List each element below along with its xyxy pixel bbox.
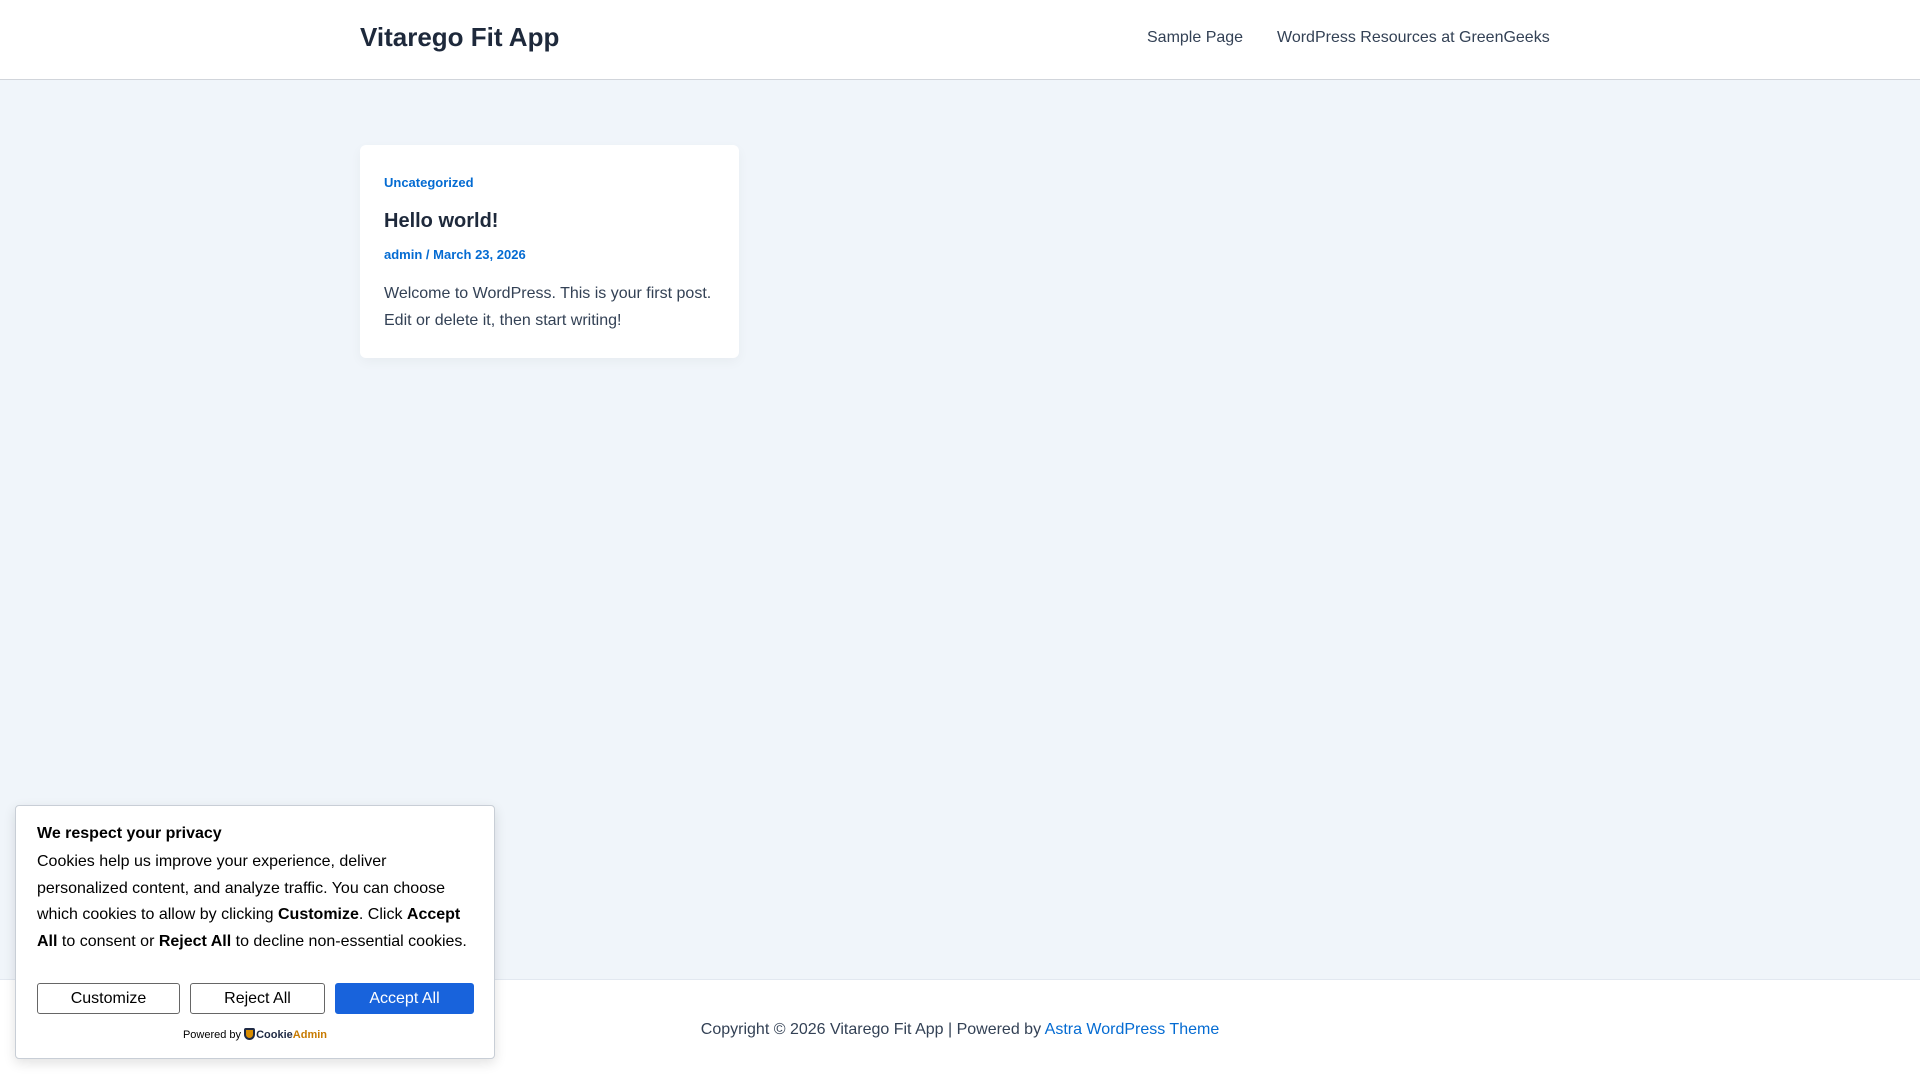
site-header: Vitarego Fit App Sample Page WordPress R… [0,0,1920,80]
accept-all-button[interactable]: Accept All [335,983,474,1014]
copyright-text: Copyright © 2026 Vitarego Fit App | Powe… [700,1021,1045,1038]
post-author[interactable]: admin [384,247,422,262]
astra-theme-link[interactable]: Astra WordPress Theme [1045,1021,1220,1038]
cookie-heading: We respect your privacy [37,825,222,842]
cookie-consent-banner: We respect your privacy Cookies help us … [15,805,495,1059]
site-title[interactable]: Vitarego Fit App [360,22,559,53]
cookie-description: Cookies help us improve your experience,… [37,853,467,950]
shield-icon [244,1028,256,1040]
post-card: Uncategorized Hello world! admin / March… [360,145,739,358]
meta-separator: / [425,247,430,262]
cookieadmin-logo[interactable]: CookieAdmin [244,1028,327,1041]
post-category[interactable]: Uncategorized [384,175,474,190]
post-title[interactable]: Hello world! [384,210,498,233]
reject-all-button[interactable]: Reject All [190,983,325,1014]
post-excerpt: Welcome to WordPress. This is your first… [384,285,712,329]
nav-wordpress-resources[interactable]: WordPress Resources at GreenGeeks [1277,29,1550,47]
nav-sample-page[interactable]: Sample Page [1147,29,1243,47]
post-date[interactable]: March 23, 2026 [433,247,526,262]
powered-by: Powered by CookieAdmin [182,1028,328,1041]
post-meta: admin / March 23, 2026 [384,247,526,262]
customize-button[interactable]: Customize [37,983,180,1014]
